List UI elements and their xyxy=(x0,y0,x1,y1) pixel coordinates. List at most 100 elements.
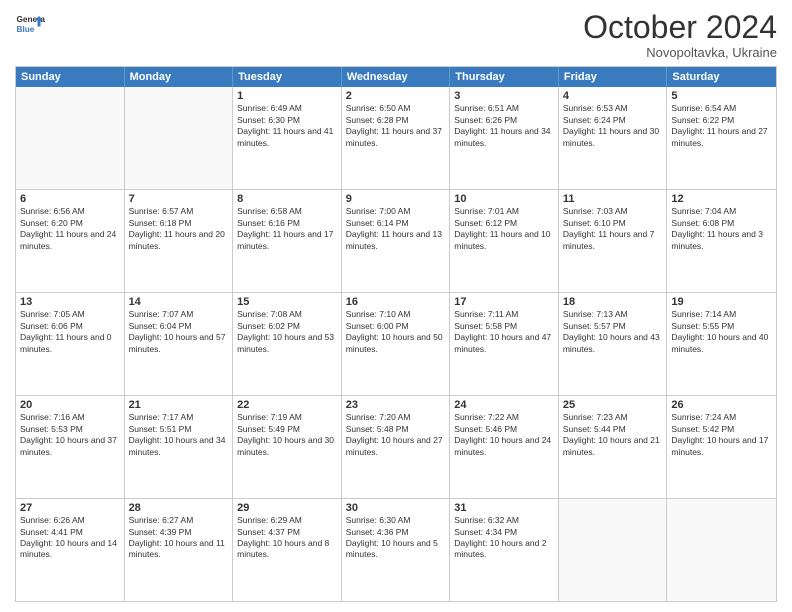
cell-info-line: Sunset: 6:24 PM xyxy=(563,115,663,126)
calendar-cell: 13Sunrise: 7:05 AMSunset: 6:06 PMDayligh… xyxy=(16,293,125,395)
day-number: 29 xyxy=(237,502,337,514)
day-of-week-header: Wednesday xyxy=(342,67,451,87)
calendar-cell: 20Sunrise: 7:16 AMSunset: 5:53 PMDayligh… xyxy=(16,396,125,498)
cell-info-line: Sunrise: 7:00 AM xyxy=(346,206,446,217)
day-number: 27 xyxy=(20,502,120,514)
day-number: 8 xyxy=(237,193,337,205)
calendar-cell: 14Sunrise: 7:07 AMSunset: 6:04 PMDayligh… xyxy=(125,293,234,395)
cell-info-line: Daylight: 10 hours and 34 minutes. xyxy=(129,435,229,458)
cell-info-line: Daylight: 10 hours and 2 minutes. xyxy=(454,538,554,561)
calendar-cell xyxy=(125,87,234,189)
cell-info-line: Sunset: 6:26 PM xyxy=(454,115,554,126)
calendar-cell: 8Sunrise: 6:58 AMSunset: 6:16 PMDaylight… xyxy=(233,190,342,292)
cell-info-line: Sunset: 5:55 PM xyxy=(671,321,772,332)
cell-info-line: Sunrise: 7:04 AM xyxy=(671,206,772,217)
cell-info-line: Sunset: 6:18 PM xyxy=(129,218,229,229)
day-of-week-header: Monday xyxy=(125,67,234,87)
day-number: 1 xyxy=(237,90,337,102)
day-number: 14 xyxy=(129,296,229,308)
cell-info-line: Sunrise: 6:54 AM xyxy=(671,103,772,114)
cell-info-line: Daylight: 11 hours and 37 minutes. xyxy=(346,126,446,149)
calendar-week-row: 1Sunrise: 6:49 AMSunset: 6:30 PMDaylight… xyxy=(16,87,776,189)
cell-info-line: Sunrise: 7:16 AM xyxy=(20,412,120,423)
cell-info-line: Daylight: 10 hours and 14 minutes. xyxy=(20,538,120,561)
cell-info-line: Daylight: 11 hours and 27 minutes. xyxy=(671,126,772,149)
day-number: 13 xyxy=(20,296,120,308)
calendar-cell xyxy=(16,87,125,189)
day-number: 28 xyxy=(129,502,229,514)
calendar-week-row: 27Sunrise: 6:26 AMSunset: 4:41 PMDayligh… xyxy=(16,498,776,601)
calendar-cell: 10Sunrise: 7:01 AMSunset: 6:12 PMDayligh… xyxy=(450,190,559,292)
calendar-cell: 27Sunrise: 6:26 AMSunset: 4:41 PMDayligh… xyxy=(16,499,125,601)
cell-info-line: Daylight: 10 hours and 43 minutes. xyxy=(563,332,663,355)
cell-info-line: Sunset: 5:53 PM xyxy=(20,424,120,435)
day-number: 18 xyxy=(563,296,663,308)
cell-info-line: Sunrise: 6:51 AM xyxy=(454,103,554,114)
day-number: 12 xyxy=(671,193,772,205)
calendar-cell: 29Sunrise: 6:29 AMSunset: 4:37 PMDayligh… xyxy=(233,499,342,601)
calendar-cell: 23Sunrise: 7:20 AMSunset: 5:48 PMDayligh… xyxy=(342,396,451,498)
day-number: 19 xyxy=(671,296,772,308)
cell-info-line: Sunset: 6:06 PM xyxy=(20,321,120,332)
cell-info-line: Daylight: 11 hours and 7 minutes. xyxy=(563,229,663,252)
cell-info-line: Sunrise: 7:08 AM xyxy=(237,309,337,320)
calendar-cell xyxy=(559,499,668,601)
month-title: October 2024 xyxy=(583,10,777,45)
cell-info-line: Sunrise: 6:56 AM xyxy=(20,206,120,217)
calendar-week-row: 13Sunrise: 7:05 AMSunset: 6:06 PMDayligh… xyxy=(16,292,776,395)
calendar-cell: 1Sunrise: 6:49 AMSunset: 6:30 PMDaylight… xyxy=(233,87,342,189)
cell-info-line: Daylight: 11 hours and 34 minutes. xyxy=(454,126,554,149)
calendar-cell: 26Sunrise: 7:24 AMSunset: 5:42 PMDayligh… xyxy=(667,396,776,498)
cell-info-line: Daylight: 11 hours and 41 minutes. xyxy=(237,126,337,149)
cell-info-line: Sunset: 4:34 PM xyxy=(454,527,554,538)
calendar-header: SundayMondayTuesdayWednesdayThursdayFrid… xyxy=(16,67,776,87)
cell-info-line: Sunrise: 6:29 AM xyxy=(237,515,337,526)
day-number: 16 xyxy=(346,296,446,308)
cell-info-line: Sunset: 6:10 PM xyxy=(563,218,663,229)
logo: General Blue xyxy=(15,10,45,40)
day-number: 17 xyxy=(454,296,554,308)
calendar-cell: 15Sunrise: 7:08 AMSunset: 6:02 PMDayligh… xyxy=(233,293,342,395)
calendar-cell: 21Sunrise: 7:17 AMSunset: 5:51 PMDayligh… xyxy=(125,396,234,498)
cell-info-line: Daylight: 10 hours and 27 minutes. xyxy=(346,435,446,458)
cell-info-line: Sunrise: 7:07 AM xyxy=(129,309,229,320)
cell-info-line: Sunrise: 6:30 AM xyxy=(346,515,446,526)
cell-info-line: Sunrise: 6:32 AM xyxy=(454,515,554,526)
cell-info-line: Sunrise: 7:24 AM xyxy=(671,412,772,423)
cell-info-line: Sunset: 6:08 PM xyxy=(671,218,772,229)
cell-info-line: Daylight: 10 hours and 11 minutes. xyxy=(129,538,229,561)
cell-info-line: Daylight: 10 hours and 24 minutes. xyxy=(454,435,554,458)
day-number: 20 xyxy=(20,399,120,411)
cell-info-line: Sunset: 5:57 PM xyxy=(563,321,663,332)
cell-info-line: Sunset: 4:36 PM xyxy=(346,527,446,538)
cell-info-line: Daylight: 10 hours and 40 minutes. xyxy=(671,332,772,355)
cell-info-line: Sunset: 5:46 PM xyxy=(454,424,554,435)
calendar-cell: 3Sunrise: 6:51 AMSunset: 6:26 PMDaylight… xyxy=(450,87,559,189)
logo-icon: General Blue xyxy=(15,10,45,40)
calendar-cell: 5Sunrise: 6:54 AMSunset: 6:22 PMDaylight… xyxy=(667,87,776,189)
cell-info-line: Sunset: 6:04 PM xyxy=(129,321,229,332)
day-number: 2 xyxy=(346,90,446,102)
cell-info-line: Daylight: 10 hours and 53 minutes. xyxy=(237,332,337,355)
cell-info-line: Sunrise: 6:27 AM xyxy=(129,515,229,526)
calendar-cell: 12Sunrise: 7:04 AMSunset: 6:08 PMDayligh… xyxy=(667,190,776,292)
calendar-cell: 31Sunrise: 6:32 AMSunset: 4:34 PMDayligh… xyxy=(450,499,559,601)
day-number: 3 xyxy=(454,90,554,102)
cell-info-line: Daylight: 10 hours and 21 minutes. xyxy=(563,435,663,458)
cell-info-line: Sunset: 5:42 PM xyxy=(671,424,772,435)
day-number: 9 xyxy=(346,193,446,205)
day-number: 10 xyxy=(454,193,554,205)
cell-info-line: Sunset: 5:49 PM xyxy=(237,424,337,435)
day-number: 23 xyxy=(346,399,446,411)
cell-info-line: Sunset: 6:20 PM xyxy=(20,218,120,229)
calendar-body: 1Sunrise: 6:49 AMSunset: 6:30 PMDaylight… xyxy=(16,87,776,601)
cell-info-line: Daylight: 11 hours and 17 minutes. xyxy=(237,229,337,252)
cell-info-line: Sunrise: 7:22 AM xyxy=(454,412,554,423)
cell-info-line: Daylight: 11 hours and 10 minutes. xyxy=(454,229,554,252)
cell-info-line: Sunset: 5:51 PM xyxy=(129,424,229,435)
cell-info-line: Sunset: 6:28 PM xyxy=(346,115,446,126)
day-of-week-header: Saturday xyxy=(667,67,776,87)
calendar-cell: 30Sunrise: 6:30 AMSunset: 4:36 PMDayligh… xyxy=(342,499,451,601)
calendar-cell: 16Sunrise: 7:10 AMSunset: 6:00 PMDayligh… xyxy=(342,293,451,395)
calendar-cell: 24Sunrise: 7:22 AMSunset: 5:46 PMDayligh… xyxy=(450,396,559,498)
